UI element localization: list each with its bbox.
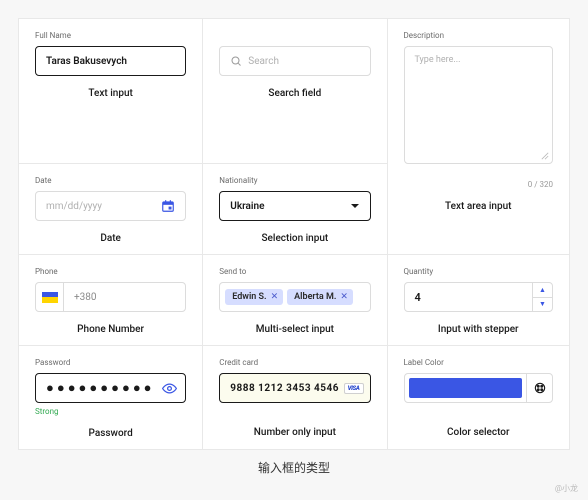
cell-phone: Phone +380 Phone Number xyxy=(19,255,203,346)
password-field[interactable]: ●●●●●●●●●● xyxy=(35,373,186,403)
label-phone: Phone xyxy=(35,267,186,276)
quantity-value: 4 xyxy=(405,283,533,311)
nationality-value: Ukraine xyxy=(230,201,264,212)
stepper-up-button[interactable]: ▲ xyxy=(533,283,552,298)
chip-edwin: Edwin S. ✕ xyxy=(225,289,283,305)
creditcard-field[interactable]: 9888 1212 3453 4546 VISA xyxy=(219,373,370,403)
date-placeholder: mm/dd/yyyy xyxy=(46,201,102,212)
search-icon xyxy=(230,55,242,67)
resize-handle-icon[interactable] xyxy=(541,152,549,160)
label-quantity: Quantity xyxy=(404,267,554,276)
calendar-icon[interactable] xyxy=(161,199,175,213)
color-picker-icon xyxy=(533,381,547,395)
label-description: Description xyxy=(404,31,554,40)
cell-password: Password ●●●●●●●●●● Strong Password xyxy=(19,346,203,449)
description-field[interactable]: Type here... xyxy=(404,46,554,164)
cell-color: Label Color Color selector xyxy=(388,346,570,449)
label-search-empty xyxy=(219,31,370,40)
label-creditcard: Credit card xyxy=(219,358,370,367)
description-placeholder: Type here... xyxy=(415,55,461,65)
caption-creditcard: Number only input xyxy=(219,427,370,438)
chip-alberta: Alberta M. ✕ xyxy=(287,289,353,305)
caption-sendto: Multi-select input xyxy=(219,324,370,335)
caption-description: Text area input xyxy=(404,201,554,212)
cell-quantity: Quantity 4 ▲ ▼ Input with stepper xyxy=(388,255,570,346)
chip-alberta-remove[interactable]: ✕ xyxy=(340,292,348,302)
cell-description: Description Type here... xyxy=(388,19,570,164)
cell-search: Search Search field xyxy=(203,19,387,164)
eye-icon[interactable] xyxy=(162,381,177,396)
cell-nationality: Nationality Ukraine Selection input xyxy=(203,164,387,255)
password-masked: ●●●●●●●●●● xyxy=(46,380,155,396)
fullname-field[interactable]: Taras Bakusevych xyxy=(35,46,186,76)
chip-edwin-label: Edwin S. xyxy=(232,292,266,302)
input-types-grid: Full Name Taras Bakusevych Text input Se… xyxy=(18,18,570,450)
stepper-buttons: ▲ ▼ xyxy=(532,283,552,311)
color-swatch xyxy=(409,378,523,398)
page-title: 输入框的类型 xyxy=(0,459,588,476)
search-input[interactable]: Search xyxy=(219,46,370,76)
country-flag-button[interactable] xyxy=(36,283,64,311)
caption-quantity: Input with stepper xyxy=(404,324,554,335)
color-picker-button[interactable] xyxy=(526,374,552,402)
password-strength: Strong xyxy=(35,407,186,416)
label-date: Date xyxy=(35,176,186,185)
cell-sendto: Send to Edwin S. ✕ Alberta M. ✕ Multi-se… xyxy=(203,255,387,346)
cell-creditcard: Credit card 9888 1212 3453 4546 VISA Num… xyxy=(203,346,387,449)
caption-password: Password xyxy=(35,428,186,439)
attribution: @小龙 xyxy=(555,483,578,494)
caption-fullname: Text input xyxy=(35,88,186,99)
label-nationality: Nationality xyxy=(219,176,370,185)
date-field[interactable]: mm/dd/yyyy xyxy=(35,191,186,221)
visa-badge-icon: VISA xyxy=(344,383,364,394)
phone-field[interactable]: +380 xyxy=(35,282,186,312)
chip-edwin-remove[interactable]: ✕ xyxy=(271,292,279,302)
cell-fullname: Full Name Taras Bakusevych Text input xyxy=(19,19,203,164)
creditcard-value: 9888 1212 3453 4546 xyxy=(230,383,339,394)
chevron-down-icon xyxy=(350,203,360,209)
sendto-field[interactable]: Edwin S. ✕ Alberta M. ✕ xyxy=(219,282,370,312)
caption-search: Search field xyxy=(219,88,370,99)
caption-color: Color selector xyxy=(404,427,554,438)
nationality-select[interactable]: Ukraine xyxy=(219,191,370,221)
caption-nationality: Selection input xyxy=(219,233,370,244)
label-sendto: Send to xyxy=(219,267,370,276)
caption-phone: Phone Number xyxy=(35,324,186,335)
caption-date: Date xyxy=(35,233,186,244)
label-password: Password xyxy=(35,358,186,367)
cell-description-bottom: 0 / 320 Text area input xyxy=(388,164,570,255)
phone-value: +380 xyxy=(64,283,185,311)
stepper-down-button[interactable]: ▼ xyxy=(533,298,552,312)
label-fullname: Full Name xyxy=(35,31,186,40)
search-placeholder: Search xyxy=(248,56,279,67)
color-field[interactable] xyxy=(404,373,554,403)
cell-date: Date mm/dd/yyyy Date xyxy=(19,164,203,255)
chip-alberta-label: Alberta M. xyxy=(294,292,336,302)
fullname-value: Taras Bakusevych xyxy=(46,56,127,67)
description-charcount: 0 / 320 xyxy=(404,180,554,189)
quantity-stepper[interactable]: 4 ▲ ▼ xyxy=(404,282,554,312)
label-color: Label Color xyxy=(404,358,554,367)
ukraine-flag-icon xyxy=(42,292,58,303)
